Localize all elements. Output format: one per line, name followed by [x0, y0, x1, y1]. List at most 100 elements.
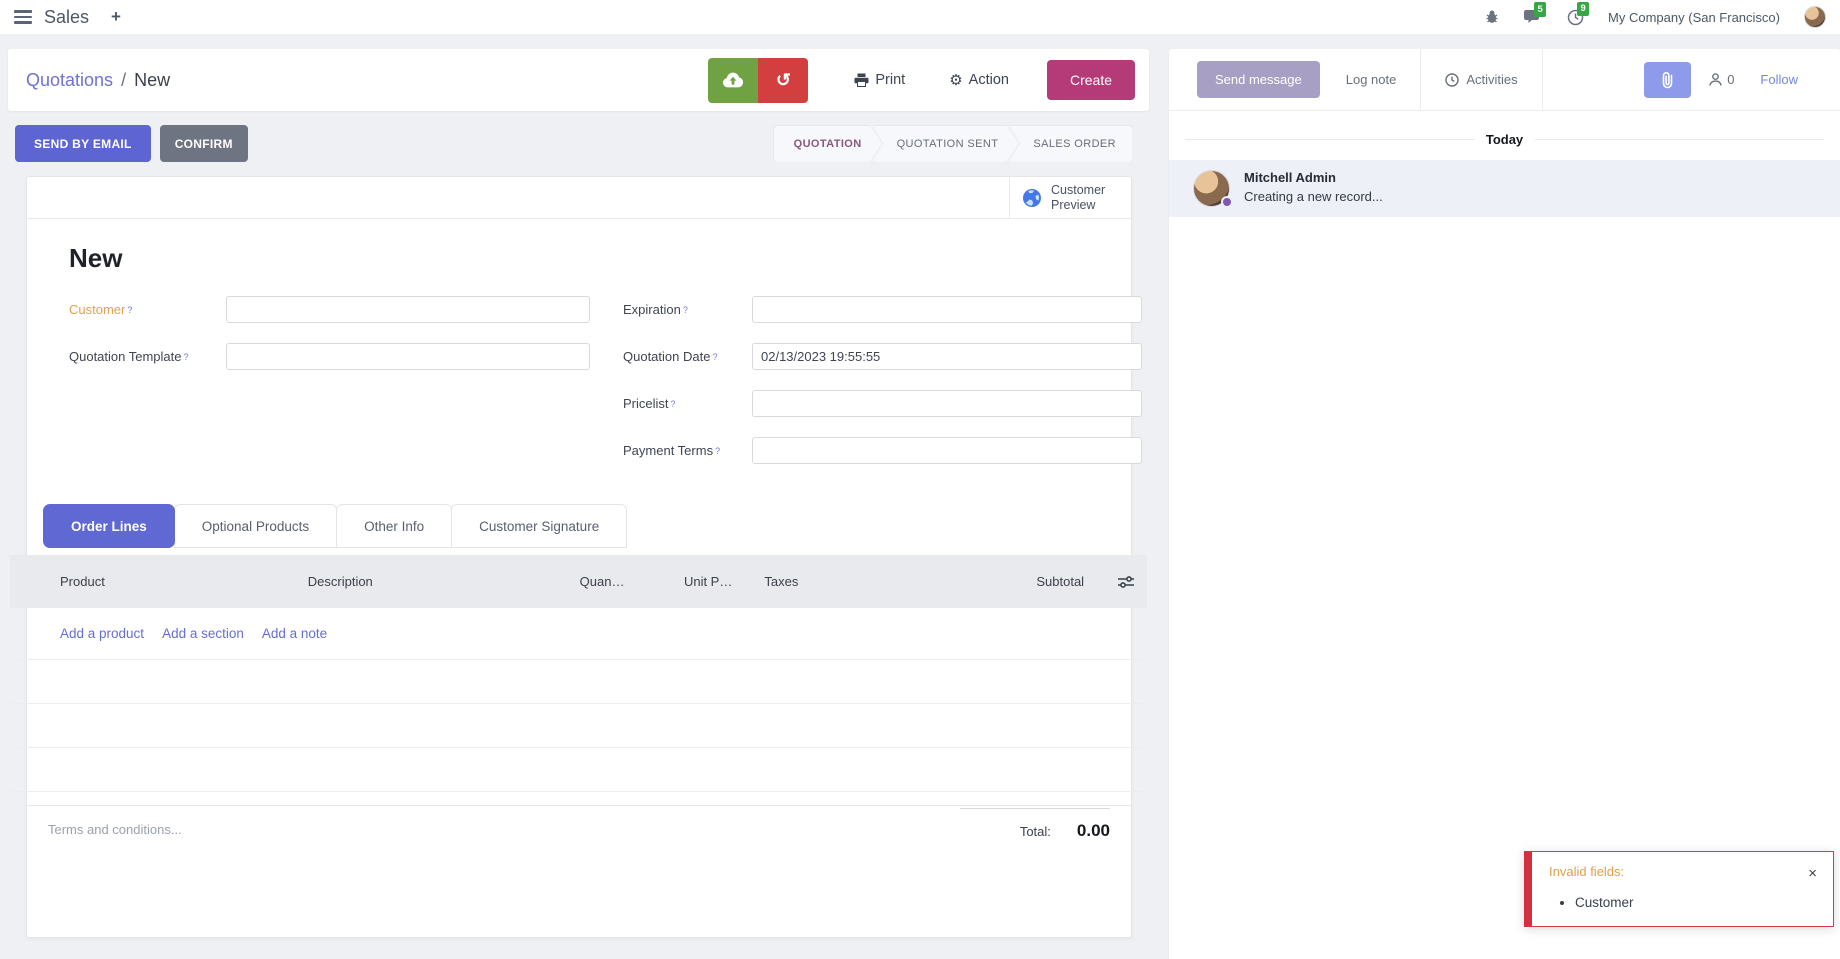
activities-count-badge: 9: [1577, 2, 1589, 17]
clock-icon: [1445, 73, 1459, 87]
activities-clock-icon[interactable]: 9: [1567, 9, 1584, 26]
breadcrumb-quotations[interactable]: Quotations: [26, 70, 113, 91]
total-label: Total:: [1020, 824, 1051, 839]
send-message-button[interactable]: Send message: [1197, 61, 1320, 98]
confirm-button[interactable]: CONFIRM: [160, 125, 248, 162]
send-by-email-button[interactable]: SEND BY EMAIL: [15, 125, 151, 162]
date-divider: Today: [1169, 132, 1840, 147]
add-note-link[interactable]: Add a note: [262, 626, 327, 641]
fields-grid: Customer? Expiration? Quotation Template…: [69, 286, 1131, 474]
invalid-fields-list: Customer: [1575, 895, 1821, 910]
customer-preview-button[interactable]: Customer Preview: [1009, 177, 1131, 218]
messages-icon[interactable]: 5: [1524, 9, 1543, 25]
globe-icon: [1022, 188, 1042, 208]
payment-terms-field[interactable]: [752, 437, 1142, 464]
column-unit-price[interactable]: Unit P…: [624, 574, 732, 589]
order-lines-actions: Add a product Add a section Add a note: [10, 608, 1147, 660]
chatter-toolbar: Send message Log note Activities: [1169, 49, 1840, 111]
chatter-message: Mitchell Admin Creating a new record...: [1169, 160, 1840, 217]
statusbar: SEND BY EMAIL CONFIRM QUOTATION QUOTATIO…: [8, 121, 1149, 166]
follow-button[interactable]: Follow: [1760, 72, 1798, 87]
messages-count-badge: 5: [1534, 2, 1546, 17]
company-switcher[interactable]: My Company (San Francisco): [1608, 10, 1780, 25]
cloud-upload-icon: [722, 72, 744, 88]
help-icon: ?: [712, 352, 717, 362]
attach-files-button[interactable]: [1644, 62, 1691, 98]
order-lines-header: Product Description Quan… Unit P… Taxes …: [10, 555, 1147, 608]
column-product[interactable]: Product: [60, 574, 308, 589]
create-button[interactable]: Create: [1047, 60, 1135, 100]
customer-field[interactable]: [226, 296, 590, 323]
step-quotation[interactable]: QUOTATION: [774, 126, 882, 162]
expiration-field[interactable]: [752, 296, 1142, 323]
user-avatar[interactable]: [1804, 6, 1826, 28]
tab-other-info[interactable]: Other Info: [336, 504, 452, 548]
help-icon: ?: [184, 352, 189, 362]
pricelist-label: Pricelist?: [623, 380, 752, 427]
help-icon: ?: [127, 305, 132, 315]
followers-counter[interactable]: 0: [1708, 72, 1734, 87]
gear-icon: ⚙: [949, 71, 962, 89]
activities-button[interactable]: Activities: [1421, 49, 1541, 111]
save-discard-group: ↺: [708, 58, 808, 103]
column-taxes[interactable]: Taxes: [764, 574, 964, 589]
printer-icon: [854, 73, 869, 87]
add-section-link[interactable]: Add a section: [162, 626, 244, 641]
control-panel: Quotations / New ↺ Print ⚙ Action Create: [8, 49, 1149, 111]
log-note-button[interactable]: Log note: [1346, 72, 1397, 87]
help-icon: ?: [715, 446, 720, 456]
top-navbar: Sales + 5 9 My Company (San Francisco): [0, 0, 1840, 34]
sheet-top-strip: Customer Preview: [27, 177, 1131, 219]
quotation-template-label: Quotation Template?: [69, 333, 226, 380]
invalid-fields-toast: Invalid fields: × Customer: [1524, 851, 1834, 927]
debug-bug-icon[interactable]: [1484, 9, 1500, 25]
empty-row: [10, 704, 1147, 748]
save-button[interactable]: [708, 58, 758, 103]
message-author-name[interactable]: Mitchell Admin: [1244, 170, 1383, 185]
toast-title: Invalid fields:: [1549, 864, 1624, 879]
record-title: New: [69, 243, 1131, 274]
terms-textarea[interactable]: Terms and conditions...: [48, 822, 960, 841]
column-description[interactable]: Description: [308, 574, 508, 589]
menu-icon[interactable]: [14, 10, 32, 24]
message-body: Creating a new record...: [1244, 189, 1383, 204]
quotation-date-label: Quotation Date?: [623, 333, 752, 380]
step-sales-order[interactable]: SALES ORDER: [1009, 126, 1132, 162]
date-divider-label: Today: [1486, 132, 1523, 147]
breadcrumb: Quotations / New: [26, 70, 170, 91]
divider: [1542, 49, 1543, 111]
print-button[interactable]: Print: [854, 72, 905, 88]
step-quotation-sent[interactable]: QUOTATION SENT: [873, 126, 1019, 162]
expiration-label: Expiration?: [623, 286, 752, 333]
optional-columns-icon[interactable]: [1084, 575, 1142, 589]
close-icon[interactable]: ×: [1804, 864, 1821, 883]
followers-count: 0: [1727, 72, 1734, 87]
form-view-column: Quotations / New ↺ Print ⚙ Action Create: [8, 49, 1149, 959]
column-subtotal[interactable]: Subtotal: [964, 574, 1084, 589]
paperclip-icon: [1660, 71, 1675, 89]
quotation-template-field[interactable]: [226, 343, 590, 370]
empty-row: [10, 660, 1147, 704]
help-icon: ?: [683, 305, 688, 315]
column-quantity[interactable]: Quan…: [508, 574, 625, 589]
person-icon: [1708, 72, 1723, 87]
tab-customer-signature[interactable]: Customer Signature: [451, 504, 627, 548]
app-menu-sales[interactable]: Sales: [44, 7, 89, 28]
tab-order-lines[interactable]: Order Lines: [43, 504, 175, 548]
presence-indicator: [1221, 196, 1233, 208]
order-lines-table: Product Description Quan… Unit P… Taxes …: [10, 555, 1147, 792]
add-product-link[interactable]: Add a product: [60, 626, 144, 641]
pricelist-field[interactable]: [752, 390, 1142, 417]
totals-block: Total: 0.00: [960, 808, 1110, 841]
breadcrumb-separator: /: [121, 70, 126, 91]
quotation-date-field[interactable]: [752, 343, 1142, 370]
new-tab-plus-icon[interactable]: +: [111, 7, 121, 27]
empty-row: [10, 748, 1147, 792]
action-button[interactable]: ⚙ Action: [949, 71, 1009, 89]
terms-and-totals: Terms and conditions... Total: 0.00: [27, 805, 1131, 841]
help-icon: ?: [671, 399, 676, 409]
chatter-panel: Send message Log note Activities: [1169, 49, 1840, 959]
discard-button[interactable]: ↺: [758, 58, 808, 103]
tab-optional-products[interactable]: Optional Products: [174, 504, 337, 548]
customer-label: Customer?: [69, 286, 226, 333]
